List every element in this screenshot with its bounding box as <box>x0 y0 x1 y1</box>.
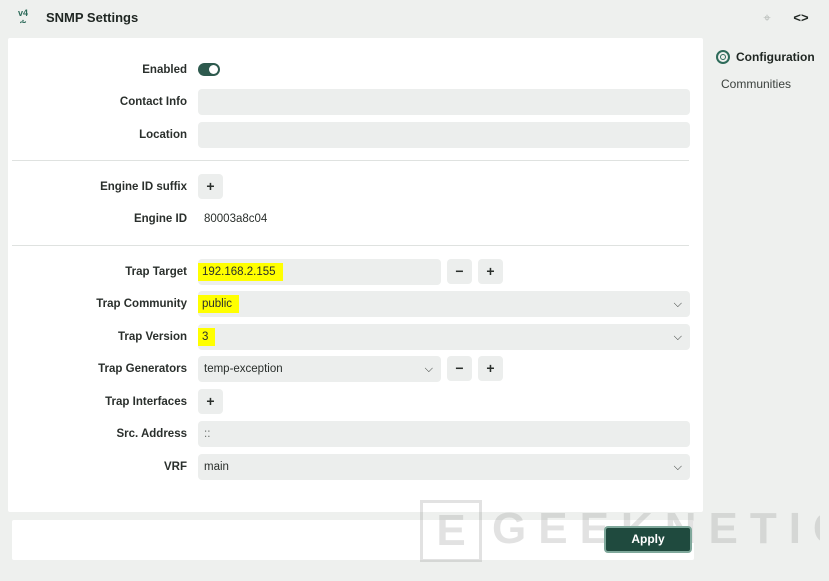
trap-community-value: public <box>198 295 240 313</box>
engine-id-suffix-label: Engine ID suffix <box>100 181 187 193</box>
trap-community-label: Trap Community <box>96 298 187 310</box>
trap-generators-row: Trap Generators temp-exception ⌵ − + <box>8 356 703 382</box>
vrf-select[interactable]: main ⌵ <box>198 454 690 480</box>
contact-info-row: Contact Info <box>8 89 703 115</box>
src-address-label: Src. Address <box>116 428 187 440</box>
vrf-row: VRF main ⌵ <box>8 454 703 480</box>
trap-target-input[interactable]: 192.168.2.155 <box>198 259 441 285</box>
trap-generators-value: temp-exception <box>204 363 283 375</box>
section-divider <box>12 245 689 246</box>
title-bar: v4 ⩪ SNMP Settings ⌖ <> <box>0 0 829 36</box>
engine-id-label: Engine ID <box>133 213 187 225</box>
trap-version-label: Trap Version <box>117 331 187 343</box>
trap-target-label: Trap Target <box>125 266 187 278</box>
code-view-icon[interactable]: <> <box>790 10 812 26</box>
chevron-down-icon: ⌵ <box>673 298 682 310</box>
trap-target-row: Trap Target 192.168.2.155 − + <box>8 259 703 285</box>
trap-target-remove-button[interactable]: − <box>447 259 472 284</box>
engine-id-row: Engine ID 80003a8c04 <box>8 206 703 232</box>
enabled-toggle[interactable] <box>198 63 220 76</box>
toggle-knob <box>209 65 218 74</box>
trap-interfaces-label: Trap Interfaces <box>105 396 187 408</box>
pin-icon[interactable]: ⌖ <box>759 10 775 26</box>
side-item-configuration[interactable]: Configuration <box>716 48 815 66</box>
trap-version-select[interactable]: 3 ⌵ <box>198 324 690 350</box>
trap-community-row: Trap Community public ⌵ <box>8 291 703 317</box>
trap-community-select[interactable]: public ⌵ <box>198 291 690 317</box>
chevron-down-icon: ⌵ <box>673 461 682 473</box>
form-panel: Enabled Contact Info Location Engine ID … <box>8 38 703 512</box>
fork-icon: ⩪ <box>19 17 27 27</box>
side-item-communities[interactable]: Communities <box>721 75 791 93</box>
src-address-row: Src. Address :: <box>8 421 703 447</box>
enabled-row: Enabled <box>8 57 703 83</box>
location-input[interactable] <box>198 122 690 148</box>
chevron-down-icon: ⌵ <box>424 363 433 375</box>
side-navigation: Configuration Communities <box>708 38 829 512</box>
trap-interfaces-add-button[interactable]: + <box>198 389 223 414</box>
side-item-label: Configuration <box>736 50 815 64</box>
location-row: Location <box>8 122 703 148</box>
trap-target-add-button[interactable]: + <box>478 259 503 284</box>
vrf-value: main <box>204 461 229 473</box>
section-divider <box>12 160 689 161</box>
trap-version-value: 3 <box>198 328 216 346</box>
window-title: SNMP Settings <box>46 10 139 25</box>
location-label: Location <box>139 129 187 141</box>
watermark-box: E <box>420 500 482 562</box>
chevron-down-icon: ⌵ <box>673 331 682 343</box>
trap-generators-remove-button[interactable]: − <box>447 356 472 381</box>
apply-button[interactable]: Apply <box>604 526 692 553</box>
snmp-app-icon: v4 ⩪ <box>14 9 32 27</box>
target-icon <box>716 50 730 64</box>
contact-info-label: Contact Info <box>119 96 187 108</box>
vrf-label: VRF <box>164 461 187 473</box>
engine-id-suffix-row: Engine ID suffix + <box>8 174 703 200</box>
engine-id-value: 80003a8c04 <box>204 213 268 225</box>
contact-info-input[interactable] <box>198 89 690 115</box>
trap-generators-add-button[interactable]: + <box>478 356 503 381</box>
trap-target-value: 192.168.2.155 <box>198 263 283 281</box>
trap-interfaces-row: Trap Interfaces + <box>8 389 703 415</box>
src-address-input[interactable]: :: <box>198 421 690 447</box>
trap-generators-select[interactable]: temp-exception ⌵ <box>198 356 441 382</box>
enabled-label: Enabled <box>142 64 187 76</box>
engine-id-suffix-add-button[interactable]: + <box>198 174 223 199</box>
trap-version-row: Trap Version 3 ⌵ <box>8 324 703 350</box>
trap-generators-label: Trap Generators <box>98 363 187 375</box>
